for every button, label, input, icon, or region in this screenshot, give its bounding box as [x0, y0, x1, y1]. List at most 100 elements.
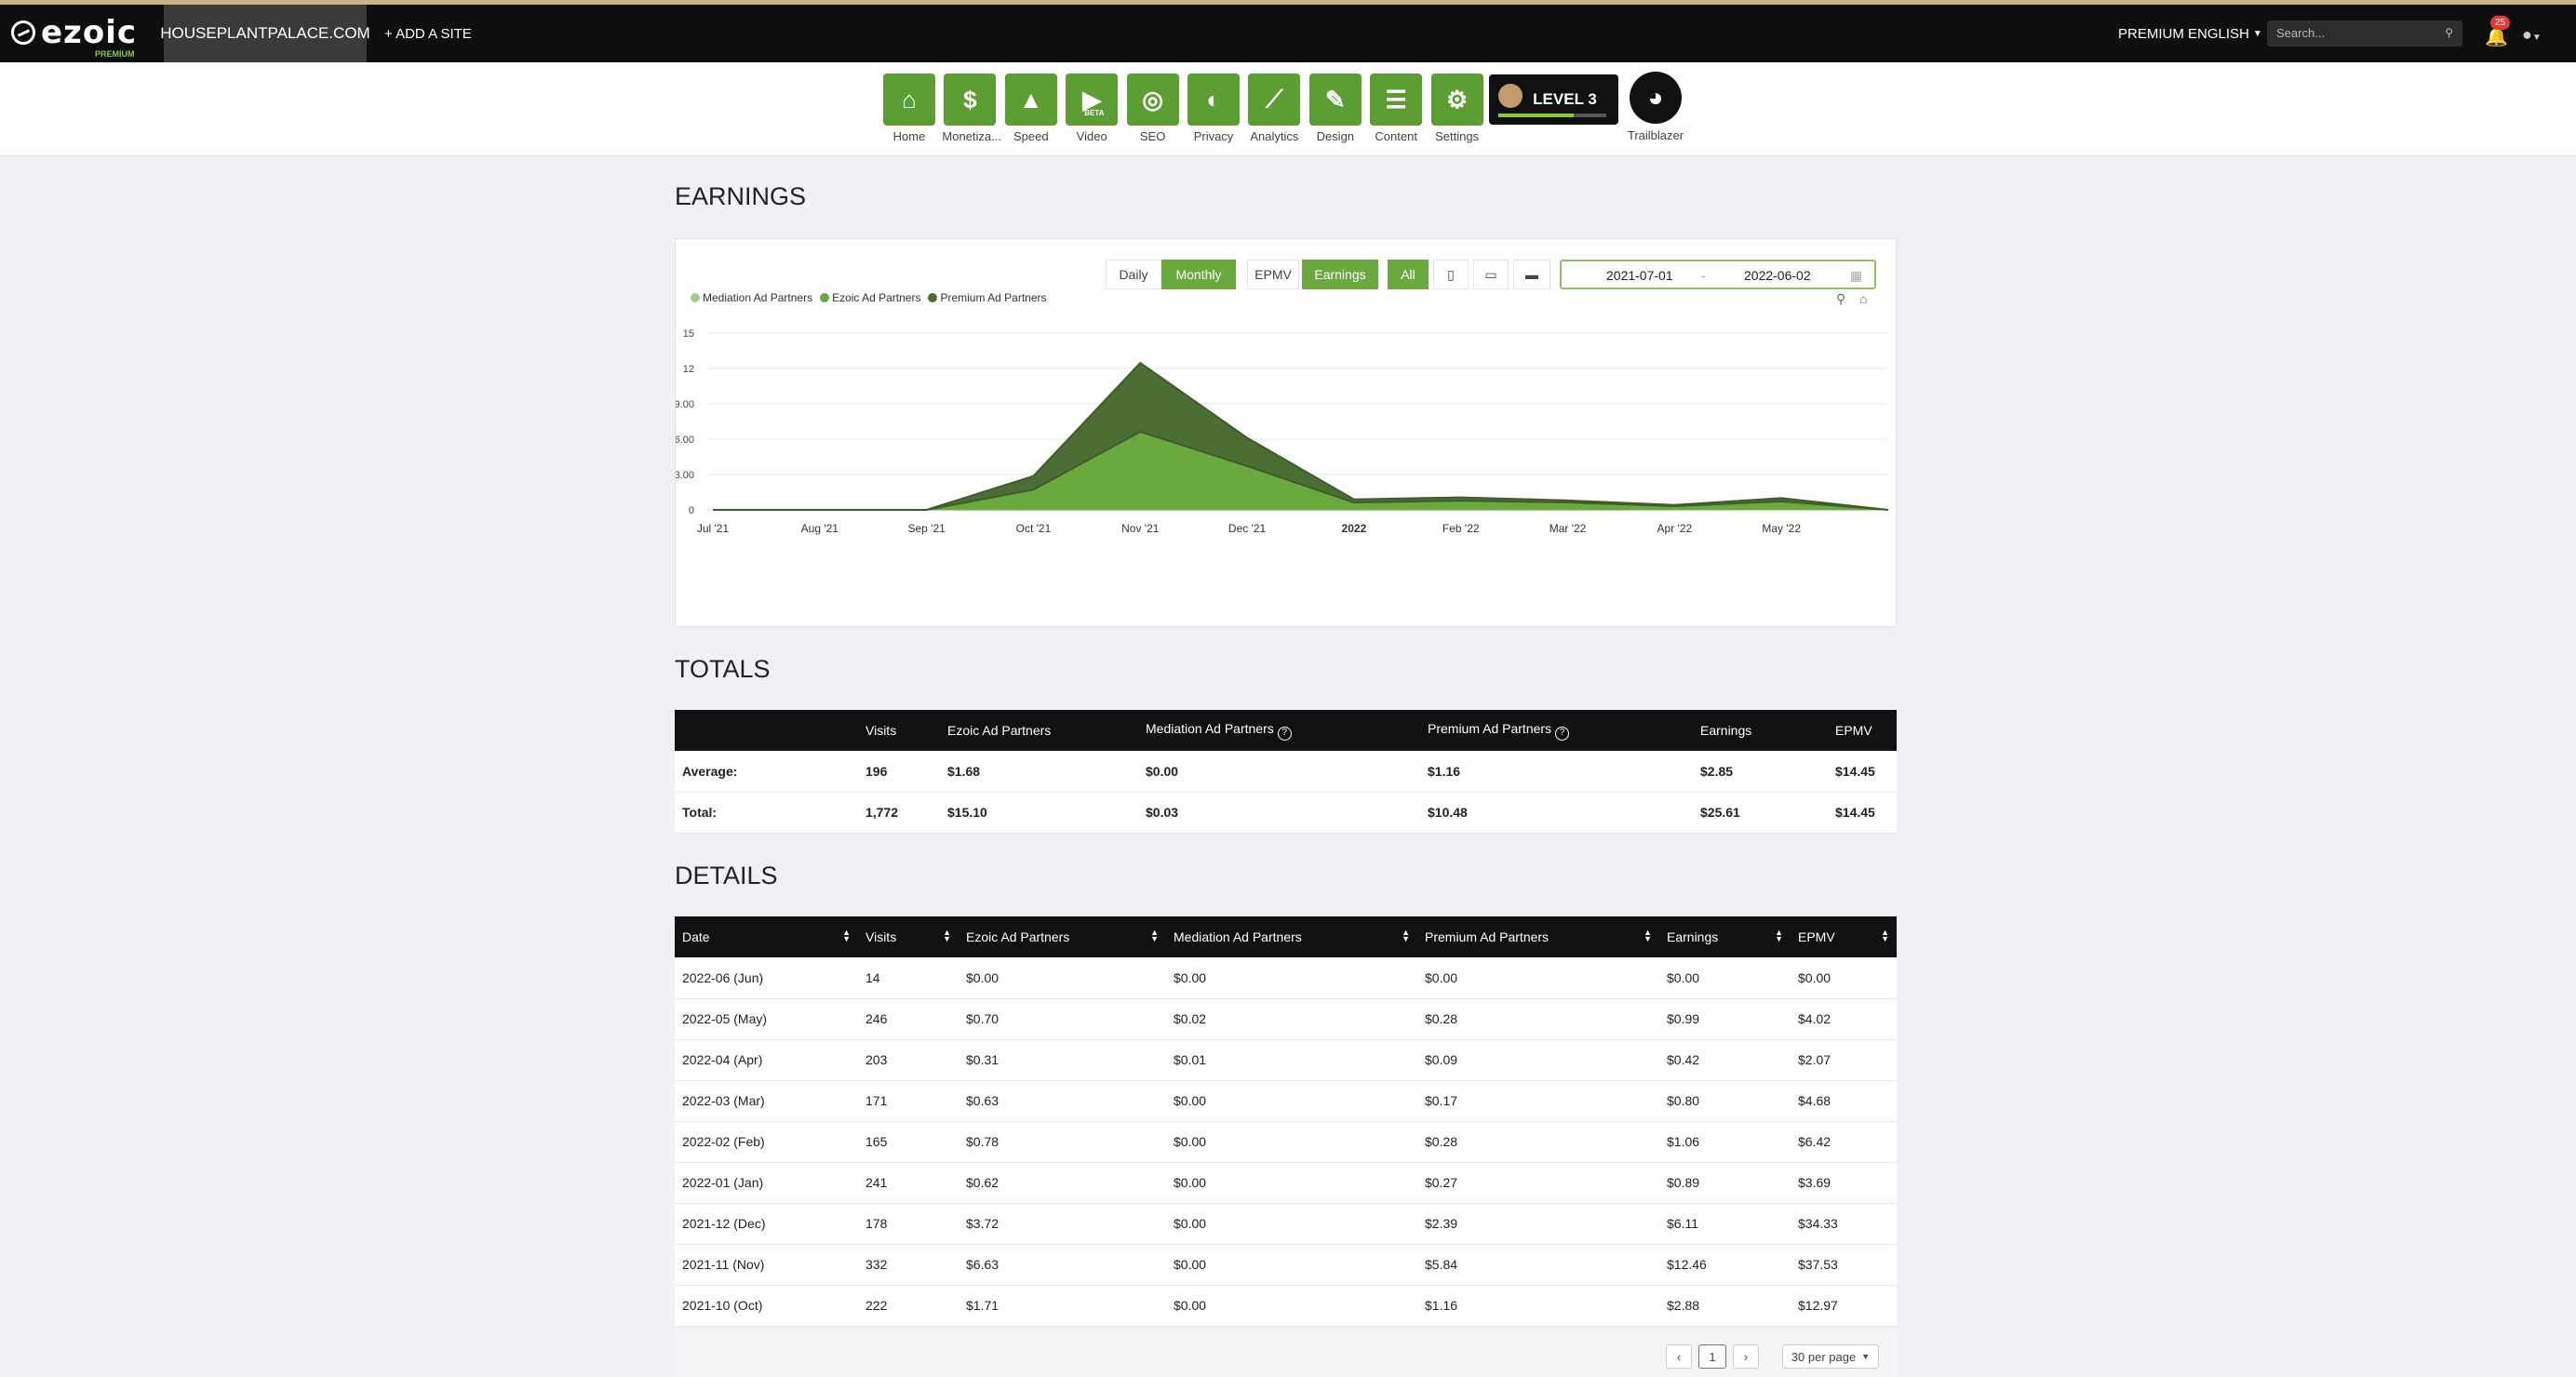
- site-selector[interactable]: HOUSEPLANTPALACE.COM: [160, 5, 370, 62]
- table-cell: $0.03: [1138, 792, 1420, 834]
- legend-swatch: [928, 293, 938, 302]
- user-menu[interactable]: ●▼: [2522, 25, 2542, 45]
- nav-item-label: Design: [1316, 129, 1355, 143]
- sort-icon[interactable]: ▲ ▼: [842, 929, 851, 943]
- level-label: LEVEL 3: [1533, 90, 1597, 108]
- gear-icon: ⚙: [1430, 74, 1483, 126]
- nav-item-home[interactable]: ⌂ Home: [881, 74, 937, 143]
- table-cell: $15.10: [940, 792, 1138, 834]
- table-cell: $14.45: [1828, 751, 1897, 793]
- nav-item-speed[interactable]: ▲ Speed: [1003, 74, 1059, 143]
- logo-premium-label: PREMIUM: [95, 49, 135, 59]
- table-cell: $0.27: [1417, 1162, 1659, 1204]
- all-devices-button[interactable]: All: [1388, 260, 1429, 289]
- x-tick-label: Feb '22: [1442, 522, 1480, 535]
- earnings-button[interactable]: Earnings: [1302, 260, 1378, 289]
- sort-icon[interactable]: ▲ ▼: [1402, 929, 1410, 943]
- column-header[interactable]: Date ▲ ▼: [675, 916, 858, 957]
- table-cell: $6.42: [1791, 1121, 1897, 1163]
- nav-item-analytics[interactable]: ⟋ Analytics: [1246, 74, 1302, 143]
- document-icon: ☰: [1370, 74, 1423, 126]
- table-row: Average: 196 $1.68 $0.00 $1.16 $2.85 $14.45: [675, 751, 1897, 793]
- desktop-icon[interactable]: ▬: [1513, 260, 1550, 289]
- y-tick-label: 9.00: [676, 399, 694, 410]
- zoom-icon[interactable]: ⚲: [1836, 291, 1845, 307]
- per-page-select[interactable]: 30 per page ▼: [1782, 1344, 1879, 1369]
- logo-text: ezoic: [41, 14, 138, 51]
- x-tick-label: Sep '21: [907, 522, 946, 535]
- nav-item-video[interactable]: ▶ BETA Video: [1064, 74, 1120, 143]
- column-header[interactable]: Mediation Ad Partners ▲ ▼: [1166, 916, 1417, 957]
- nav-item-settings[interactable]: ⚙ Settings: [1429, 74, 1485, 143]
- earnings-chart: 0 3.00 6.00 9.00 12 15 Jul '21 Aug '21 Sep '21 Oc…: [676, 328, 1889, 535]
- table-cell: 2022-03 (Mar): [675, 1080, 858, 1122]
- column-header-label: Premium Ad Partners: [1428, 720, 1552, 736]
- earnings-card: Daily Monthly EPMV Earnings All ▯ ▭ ▬ 20…: [675, 238, 1897, 627]
- prev-page-icon[interactable]: ‹: [1666, 1344, 1692, 1369]
- table-cell: $0.00: [1166, 1080, 1417, 1122]
- trailblazer-button[interactable]: ◕ Trailblazer: [1626, 72, 1685, 142]
- column-header: Mediation Ad Partners?: [1138, 710, 1420, 751]
- nav-item-label: Speed: [1013, 129, 1049, 143]
- sort-icon[interactable]: ▲ ▼: [1150, 929, 1159, 943]
- nav-item-privacy[interactable]: ◐ Privacy: [1186, 74, 1241, 143]
- nav-item-label: Home: [892, 129, 926, 143]
- table-cell: $0.42: [1659, 1039, 1791, 1081]
- table-cell: $3.72: [959, 1203, 1166, 1245]
- page-1-button[interactable]: 1: [1698, 1344, 1726, 1369]
- monthly-button[interactable]: Monthly: [1161, 260, 1236, 289]
- x-tick-label: Nov '21: [1121, 522, 1160, 535]
- ezoic-logo[interactable]: ezoic PREMIUM: [11, 14, 138, 59]
- table-cell: $4.68: [1791, 1080, 1897, 1122]
- help-icon[interactable]: ?: [1555, 726, 1570, 741]
- table-cell: $0.01: [1166, 1039, 1417, 1081]
- help-icon[interactable]: ?: [1277, 726, 1292, 741]
- table-cell: 2021-12 (Dec): [675, 1203, 858, 1245]
- column-header[interactable]: Visits ▲ ▼: [858, 916, 959, 957]
- details-table: Date ▲ ▼ Visits ▲ ▼ Ezoic Ad Partners ▲ ▼ Mediati…: [675, 916, 1897, 1327]
- sort-icon[interactable]: ▲ ▼: [943, 929, 951, 943]
- nav-item-label: Privacy: [1193, 129, 1234, 143]
- nav-item-design[interactable]: ✎ Design: [1308, 74, 1363, 143]
- shield-icon: ◐: [1187, 74, 1240, 126]
- language-dropdown[interactable]: ENGLISH ▼: [2188, 5, 2262, 62]
- sort-icon[interactable]: ▲ ▼: [1775, 929, 1783, 943]
- date-range-picker[interactable]: 2021-07-01 - 2022-06-02 ▦: [1560, 260, 1876, 289]
- daily-button[interactable]: Daily: [1106, 260, 1161, 289]
- nav-item-seo[interactable]: ◎ SEO: [1125, 74, 1181, 143]
- column-header[interactable]: EPMV ▲ ▼: [1791, 916, 1897, 957]
- home-reset-icon[interactable]: ⌂: [1859, 291, 1867, 306]
- column-header-label: Ezoic Ad Partners: [966, 929, 1070, 944]
- table-row: 2022-03 (Mar) 171 $0.63 $0.00 $0.17 $0.80 $4.6…: [675, 1080, 1897, 1122]
- table-cell: $3.69: [1791, 1162, 1897, 1204]
- sort-icon[interactable]: ▲ ▼: [1644, 929, 1652, 943]
- next-page-icon[interactable]: ›: [1733, 1344, 1759, 1369]
- search-icon: ⚲: [2445, 26, 2453, 39]
- column-header[interactable]: Earnings ▲ ▼: [1659, 916, 1791, 957]
- video-icon: ▶: [1066, 74, 1119, 126]
- search-input[interactable]: Search... ⚲: [2267, 20, 2462, 47]
- legend-item[interactable]: Mediation Ad Partners: [691, 291, 812, 304]
- premium-link[interactable]: PREMIUM: [2118, 5, 2184, 62]
- tablet-icon[interactable]: ▭: [1473, 260, 1509, 289]
- mobile-icon[interactable]: ▯: [1433, 260, 1469, 289]
- table-cell: 2022-04 (Apr): [675, 1039, 858, 1081]
- table-row: 2022-06 (Jun) 14 $0.00 $0.00 $0.00 $0.00 $0.00: [675, 957, 1897, 999]
- totals-title: TOTALS: [675, 655, 771, 683]
- table-cell: $0.17: [1417, 1080, 1659, 1122]
- table-row: 2022-05 (May) 246 $0.70 $0.02 $0.28 $0.99 $4.0…: [675, 998, 1897, 1040]
- nav-item-monetiza[interactable]: $ Monetiza...: [942, 74, 1001, 143]
- legend-item[interactable]: Premium Ad Partners: [928, 291, 1047, 304]
- level-badge[interactable]: LEVEL 3: [1489, 74, 1618, 125]
- epmv-button[interactable]: EPMV: [1247, 260, 1299, 289]
- table-cell: $0.62: [959, 1162, 1166, 1204]
- legend-item[interactable]: Ezoic Ad Partners: [820, 291, 920, 304]
- column-header[interactable]: Premium Ad Partners ▲ ▼: [1417, 916, 1659, 957]
- table-cell: 2022-01 (Jan): [675, 1162, 858, 1204]
- add-site-link[interactable]: + ADD A SITE: [384, 5, 472, 62]
- table-cell: $6.11: [1659, 1203, 1791, 1245]
- nav-item-content[interactable]: ☰ Content: [1368, 74, 1424, 143]
- sort-icon[interactable]: ▲ ▼: [1881, 929, 1889, 943]
- column-header[interactable]: Ezoic Ad Partners ▲ ▼: [959, 916, 1166, 957]
- totals-table: Visits Ezoic Ad Partners Mediation Ad Part…: [675, 710, 1897, 834]
